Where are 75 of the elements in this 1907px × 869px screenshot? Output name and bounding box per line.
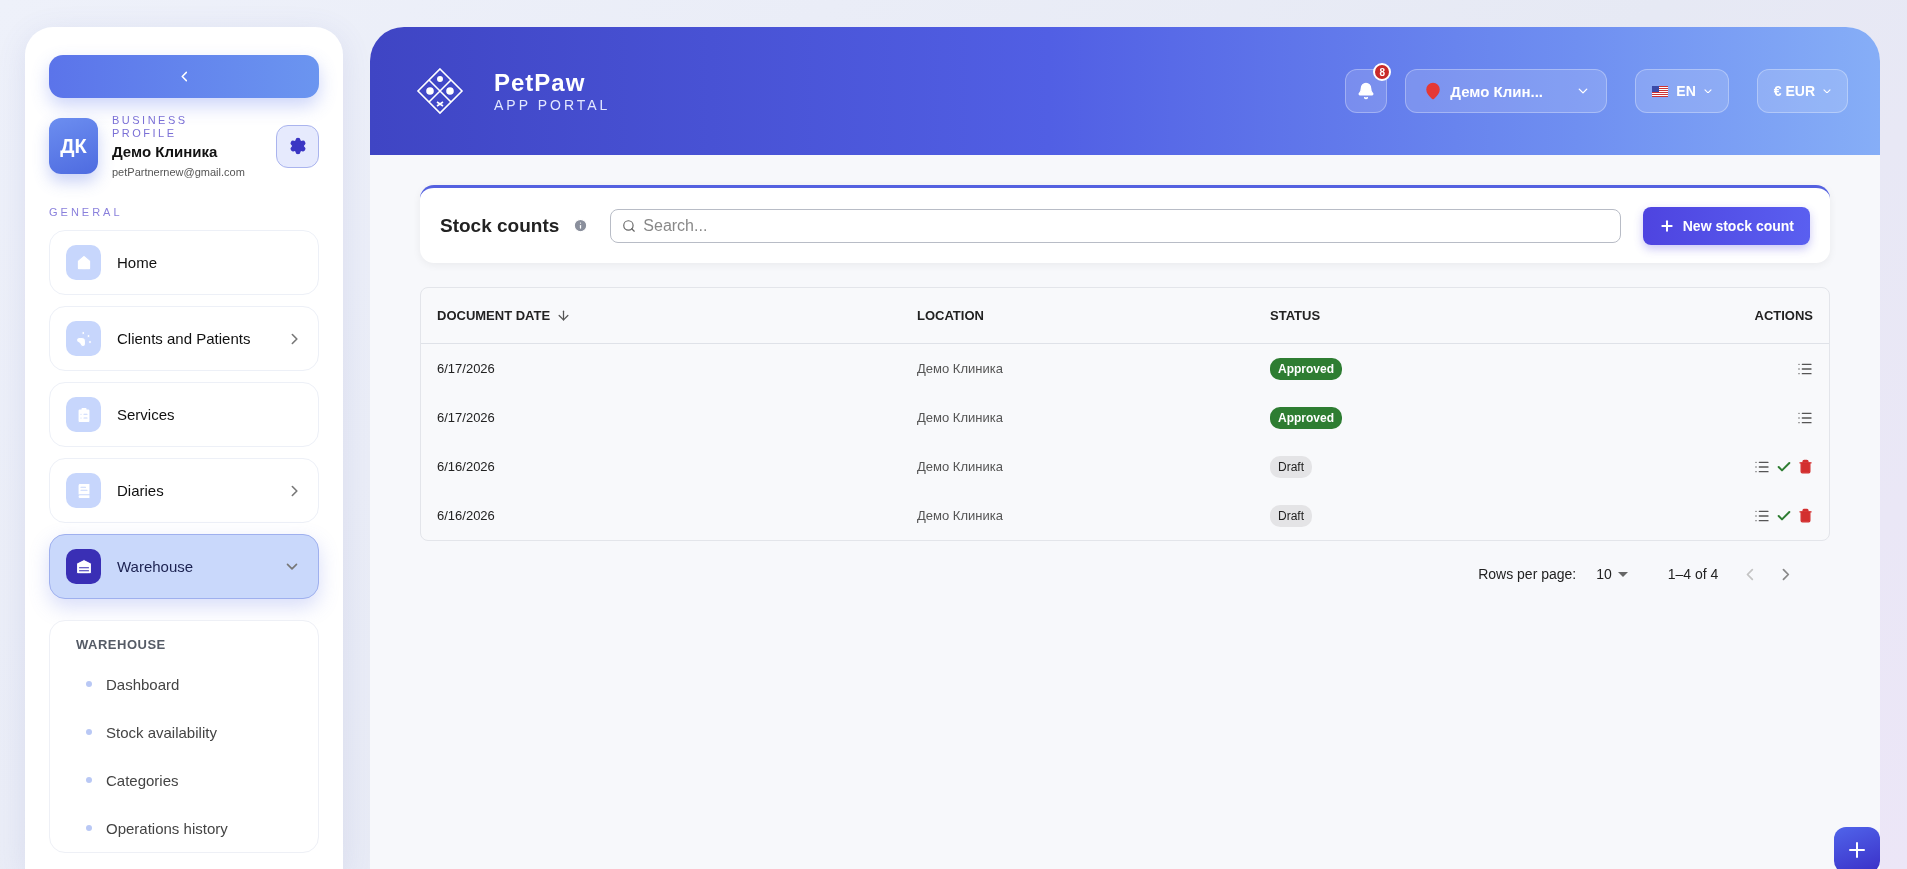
nav-item[interactable]: Warehouse [49, 534, 319, 599]
flag-icon [1652, 85, 1669, 97]
date-cell-text: 6/16/2026 [437, 508, 496, 523]
chevron-right-icon [1782, 567, 1790, 581]
status-badge: Approved [1270, 357, 1342, 380]
bullet-icon [86, 777, 92, 783]
location-cell-text: Демо Клиника [917, 508, 1004, 523]
bullet-icon [86, 729, 92, 735]
info-icon[interactable] [573, 218, 589, 233]
nav-label: Warehouse [117, 558, 195, 575]
brand-name: PetPaw [494, 69, 587, 97]
submenu-item[interactable]: Categories [106, 771, 179, 789]
search-icon [622, 218, 637, 233]
nav-label: Home [117, 254, 158, 271]
date-cell-text: 6/17/2026 [437, 410, 496, 425]
chevron-left-icon [1746, 567, 1755, 581]
profile-name: Демо Клиника [112, 143, 219, 160]
new-stock-count-button[interactable]: New stock count [1642, 206, 1810, 245]
trash-icon[interactable] [1798, 458, 1813, 474]
notifications-button[interactable] [1345, 69, 1388, 113]
column-header: ACTIONS [1754, 308, 1813, 323]
date-cell-text: 6/16/2026 [437, 459, 496, 474]
nav-label: Diaries [117, 482, 165, 499]
trash-icon[interactable] [1798, 507, 1813, 523]
caret-icon [1617, 571, 1628, 577]
book-icon [66, 473, 101, 508]
location-cell-text: Демо Клиника [917, 459, 1004, 474]
settings-icon [288, 137, 307, 155]
status-badge: Approved [1270, 406, 1342, 429]
status-badge: Draft [1270, 455, 1312, 478]
nav-label: Services [117, 406, 176, 423]
date-cell-text: 6/17/2026 [437, 361, 496, 376]
profile-email: petPartnernew@gmail.com [112, 166, 246, 178]
settings-button[interactable] [276, 124, 319, 168]
logo-icon [416, 67, 464, 115]
page-range: 1–4 of 4 [1667, 566, 1719, 582]
sort-arrow-icon[interactable] [556, 308, 572, 323]
nav-item[interactable]: Services [49, 382, 319, 447]
submenu-item[interactable]: Operations history [106, 819, 228, 837]
avatar: ДК [49, 118, 98, 174]
column-header: STATUS [1270, 308, 1321, 323]
search-field[interactable]: Search... [610, 208, 1621, 243]
clipboard-icon [66, 397, 101, 432]
garage-icon [66, 549, 101, 584]
chevron-down-icon [1578, 88, 1589, 94]
nav-item[interactable]: Clients and Patients [49, 306, 319, 371]
column-header: LOCATION [917, 308, 984, 323]
chevron-left-icon [180, 71, 188, 82]
bullet-icon [86, 681, 92, 687]
nav-label: Clients and Patients [117, 330, 252, 347]
rows-per-page-select[interactable]: 10 [1590, 565, 1634, 583]
home-icon [66, 245, 101, 280]
profile-caption: BUSINESS PROFILE [112, 114, 189, 140]
status-badge: Draft [1270, 504, 1312, 527]
bell-icon [1357, 82, 1376, 100]
add-button[interactable] [1834, 827, 1880, 869]
submenu-title: WAREHOUSE [76, 637, 167, 652]
rows-per-page-label: Rows per page: [1478, 566, 1577, 582]
pin-icon [1424, 82, 1443, 100]
bullet-icon [86, 825, 92, 831]
next-page-button[interactable] [1782, 567, 1790, 581]
column-header[interactable]: DOCUMENT DATE [437, 308, 551, 323]
chevron-down-icon [1823, 88, 1831, 94]
section-title: GENERAL [49, 206, 124, 218]
location-cell-text: Демо Клиника [917, 410, 1004, 425]
location-cell-text: Демо Клиника [917, 361, 1004, 376]
submenu-item[interactable]: Stock availability [106, 723, 217, 741]
chevron-down-icon [1703, 88, 1712, 94]
nav-item[interactable]: Home [49, 230, 319, 295]
submenu-item[interactable]: Dashboard [106, 675, 180, 693]
page-title: Stock counts [440, 214, 560, 237]
notification-count: 8 [1373, 63, 1392, 81]
plus-icon [1658, 217, 1675, 234]
nav-item[interactable]: Diaries [49, 458, 319, 523]
brand-subtitle: APP PORTAL [494, 97, 612, 113]
